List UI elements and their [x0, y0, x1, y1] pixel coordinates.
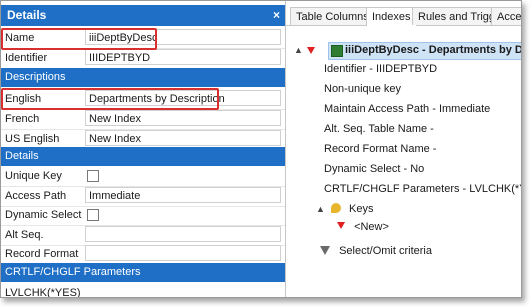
us-english-description-input[interactable]: New Index	[85, 130, 281, 146]
section-label: CRTLF/CHGLF Parameters	[5, 266, 141, 278]
field-row-record-format: Record Format	[1, 244, 285, 265]
details-panel: Details × Name iiiDeptByDesc Identifier …	[1, 1, 286, 297]
property-alt-seq[interactable]: Alt. Seq. Table Name -	[324, 123, 434, 135]
access-path-select[interactable]: Immediate	[85, 187, 281, 203]
index-icon	[331, 45, 343, 57]
field-label: Record Format	[5, 248, 79, 260]
crtlf-value[interactable]: LVLCHK(*YES)	[5, 287, 81, 297]
property-crtlf[interactable]: CRTLF/CHGLF Parameters - LVLCHK(*YES)	[324, 183, 521, 195]
property-dynamic-select[interactable]: Dynamic Select - No	[324, 163, 424, 175]
field-row-unique-key: Unique Key	[1, 166, 285, 187]
property-identifier[interactable]: Identifier - IIIDEPTBYD	[324, 63, 437, 75]
tree-root-node[interactable]: ▲ iiiDeptByDesc - Departments by Descrip…	[294, 42, 521, 60]
field-label: Unique Key	[5, 170, 62, 182]
details-title: Details	[7, 8, 47, 22]
property-record-format[interactable]: Record Format Name -	[324, 143, 436, 155]
dynamic-select-checkbox[interactable]	[87, 209, 99, 221]
english-highlight	[1, 88, 219, 110]
tab-table-columns[interactable]: Table Columns	[290, 7, 375, 25]
tab-access[interactable]: Acce	[491, 7, 521, 25]
descriptions-section-header[interactable]: Descriptions	[1, 68, 285, 87]
property-non-unique[interactable]: Non-unique key	[324, 83, 401, 95]
primary-key-marker-icon	[307, 47, 315, 54]
select-omit-node[interactable]: Select/Omit criteria	[320, 245, 432, 257]
keys-label: Keys	[349, 203, 374, 215]
identifier-input[interactable]: IIIDEPTBYD	[85, 49, 281, 65]
field-label: Dynamic Select	[5, 209, 82, 221]
field-label: Access Path	[5, 190, 67, 202]
field-row-crtlf: LVLCHK(*YES)	[1, 283, 285, 297]
expand-arrow-icon[interactable]: ▲	[294, 45, 303, 55]
unique-key-checkbox[interactable]	[87, 170, 99, 182]
field-label: French	[5, 113, 40, 125]
french-description-input[interactable]: New Index	[85, 110, 281, 126]
field-row-alt-seq: Alt Seq.	[1, 225, 285, 246]
property-maintain-access-path[interactable]: Maintain Access Path - Immediate	[324, 103, 490, 115]
new-marker-icon	[337, 222, 345, 229]
field-label: Identifier	[5, 52, 48, 64]
field-row-dynamic-select: Dynamic Select	[1, 205, 285, 226]
filter-icon	[320, 246, 330, 255]
index-node-label: iiiDeptByDesc - Departments by Descripti	[345, 44, 521, 56]
field-row-french: French New Index	[1, 109, 285, 130]
new-key-label: <New>	[354, 221, 389, 233]
crtlf-section-header[interactable]: CRTLF/CHGLF Parameters	[1, 263, 285, 282]
field-label: US English	[5, 133, 60, 145]
new-key-node[interactable]: <New>	[337, 221, 389, 233]
section-label: Details	[5, 150, 39, 162]
index-tree-panel: Table Columns Indexes Rules and Triggers…	[286, 1, 521, 297]
alt-seq-input[interactable]	[85, 226, 281, 242]
field-row-access-path: Access Path Immediate	[1, 186, 285, 207]
selected-index-node[interactable]: iiiDeptByDesc - Departments by Descripti	[328, 42, 521, 60]
section-label: Descriptions	[5, 71, 66, 83]
name-highlight	[1, 28, 157, 50]
tab-bar: Table Columns Indexes Rules and Triggers…	[286, 5, 521, 26]
record-format-input[interactable]	[85, 245, 281, 261]
window: Details × Name iiiDeptByDesc Identifier …	[0, 0, 522, 298]
close-icon[interactable]: ×	[273, 5, 280, 26]
field-label: Alt Seq.	[5, 229, 44, 241]
tab-indexes[interactable]: Indexes	[366, 7, 417, 26]
select-omit-label: Select/Omit criteria	[339, 245, 432, 257]
keys-node[interactable]: ▲ Keys	[316, 203, 374, 215]
details-section-header[interactable]: Details	[1, 147, 285, 166]
field-row-identifier: Identifier IIIDEPTBYD	[1, 48, 285, 69]
details-title-bar: Details ×	[1, 5, 285, 26]
expand-arrow-icon[interactable]: ▲	[316, 204, 325, 214]
key-icon	[330, 203, 341, 213]
